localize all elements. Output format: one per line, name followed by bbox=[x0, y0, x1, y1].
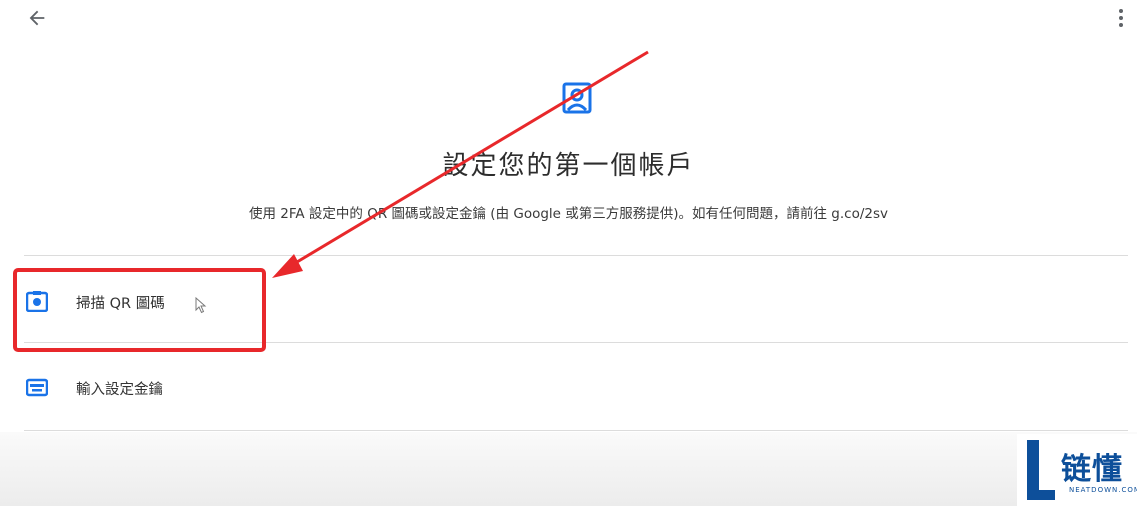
divider bbox=[24, 430, 1128, 431]
top-bar bbox=[0, 0, 1137, 40]
page-title: 設定您的第一個帳戶 bbox=[442, 151, 695, 181]
mouse-cursor-icon bbox=[195, 297, 207, 314]
account-box-icon bbox=[562, 82, 592, 114]
bottom-band bbox=[0, 432, 1137, 506]
option-label: 輸入設定金鑰 bbox=[76, 382, 163, 398]
back-arrow-icon bbox=[29, 10, 45, 26]
brand-logo bbox=[1023, 440, 1057, 502]
more-vert-icon bbox=[1119, 9, 1123, 27]
watermark: 链懂 NEATDOWN.COM bbox=[1017, 434, 1137, 506]
option-enter-key[interactable]: 輸入設定金鑰 bbox=[24, 346, 1128, 426]
more-options-button[interactable] bbox=[1111, 4, 1131, 32]
watermark-brand-cn: 链懂 bbox=[1061, 452, 1123, 487]
back-button[interactable] bbox=[22, 4, 52, 32]
keyboard-icon bbox=[26, 378, 48, 397]
app-screen: 設定您的第一個帳戶 使用 2FA 設定中的 QR 圖碼或設定金鑰 (由 Goog… bbox=[0, 0, 1137, 506]
annotation-highlight-box bbox=[13, 268, 266, 352]
page-description: 使用 2FA 設定中的 QR 圖碼或設定金鑰 (由 Google 或第三方服務提… bbox=[248, 206, 889, 222]
watermark-brand-en: NEATDOWN.COM bbox=[1069, 486, 1137, 494]
divider bbox=[24, 255, 1128, 256]
